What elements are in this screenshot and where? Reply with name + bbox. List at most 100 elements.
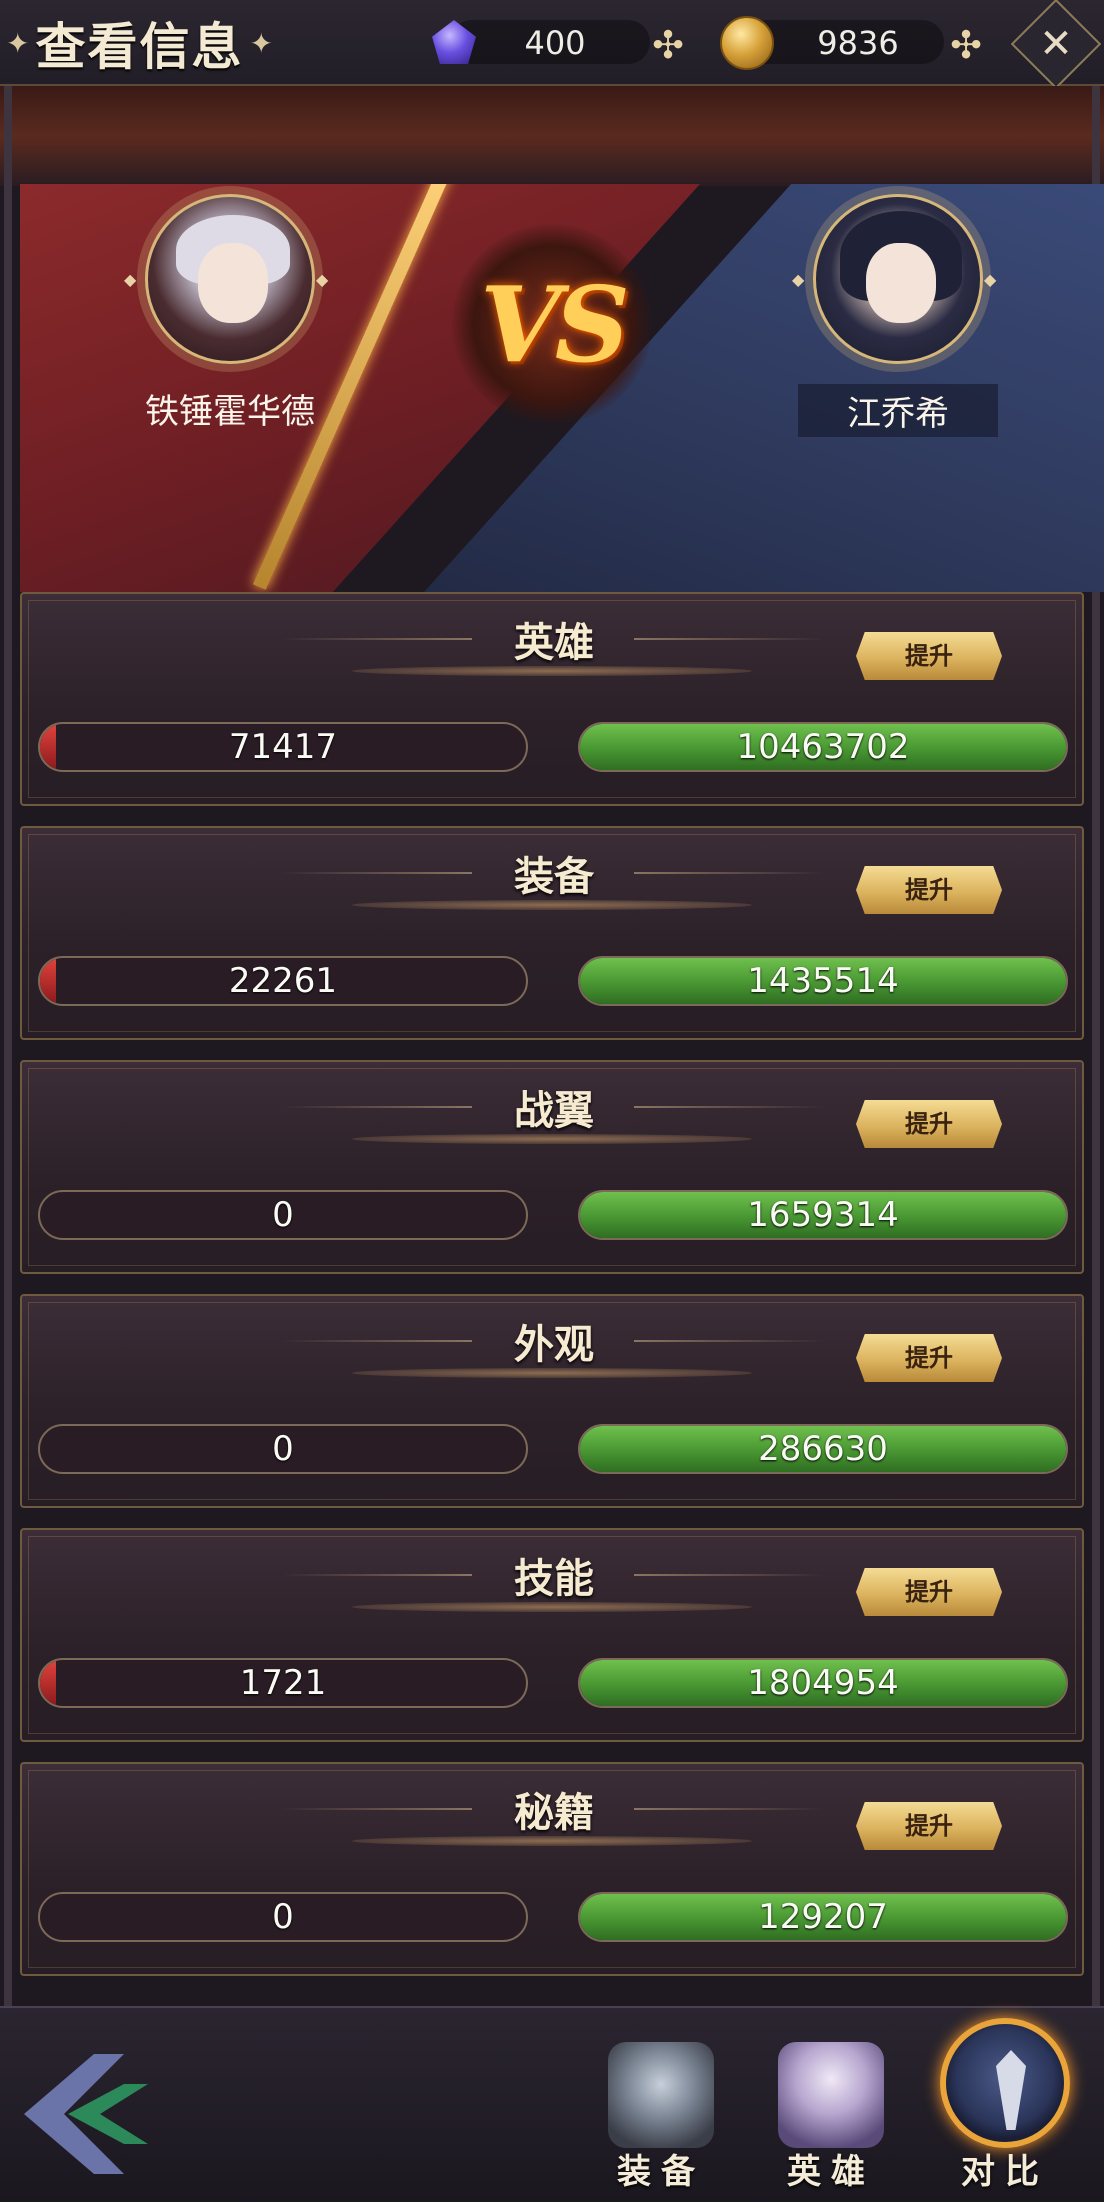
- nav-tab-label: 装备: [617, 2152, 705, 2192]
- title-divider: [282, 1574, 472, 1576]
- title-glow: [352, 666, 752, 676]
- left-player-name: 铁锤霍华德: [145, 392, 315, 432]
- title-glow: [352, 1134, 752, 1144]
- right-stat-bar: 286630: [578, 1424, 1068, 1474]
- upgrade-button[interactable]: 提升: [856, 1568, 1002, 1616]
- hero-portrait-icon: [778, 2042, 884, 2148]
- right-stat-value: 1659314: [747, 1195, 899, 1235]
- title-divider: [634, 638, 824, 640]
- right-stat-bar: 1435514: [578, 956, 1068, 1006]
- left-player-avatar[interactable]: [145, 194, 315, 364]
- star-ornament-icon: ◆: [984, 270, 997, 289]
- upgrade-button[interactable]: 提升: [856, 866, 1002, 914]
- top-bar: ✦ 查看信息 ✦ 400 ✣ 9836 ✣ ✕: [0, 0, 1104, 90]
- title-divider: [282, 1340, 472, 1342]
- versus-panel: ◆ ◆ ◆ ◆ VS 铁锤霍华德 江乔希: [20, 184, 1104, 592]
- left-stat-value: 0: [272, 1429, 294, 1469]
- nav-tab-hero[interactable]: 英雄: [766, 2028, 896, 2198]
- left-stat-bar: 0: [38, 1424, 528, 1474]
- title-glow: [352, 1602, 752, 1612]
- right-stat-value: 1804954: [747, 1663, 899, 1703]
- title-divider: [634, 1106, 824, 1108]
- right-player-name: 江乔希: [798, 384, 998, 437]
- stat-card-wings: 战翼 提升 0 1659314: [20, 1060, 1084, 1274]
- close-button[interactable]: ✕: [1010, 0, 1102, 90]
- upgrade-button[interactable]: 提升: [856, 1100, 1002, 1148]
- stat-category-title: 英雄: [514, 619, 594, 666]
- left-stat-value: 22261: [228, 961, 338, 1001]
- back-button[interactable]: [24, 2054, 154, 2174]
- upgrade-button[interactable]: 提升: [856, 1802, 1002, 1850]
- title-divider: [282, 1808, 472, 1810]
- upgrade-button[interactable]: 提升: [856, 632, 1002, 680]
- face-shape: [866, 243, 936, 323]
- left-stat-bar: 0: [38, 1190, 528, 1240]
- gem-amount: 400: [524, 24, 586, 62]
- title-divider: [634, 1808, 824, 1810]
- title-divider: [634, 1340, 824, 1342]
- sword-icon: [996, 2050, 1026, 2130]
- star-ornament-icon: ◆: [792, 270, 805, 289]
- gold-counter: 9836 ✣: [718, 14, 998, 70]
- left-stat-value: 1721: [239, 1663, 327, 1703]
- upgrade-button[interactable]: 提升: [856, 1334, 1002, 1382]
- stat-category-title: 战翼: [514, 1087, 594, 1134]
- stat-category-title: 秘籍: [514, 1789, 594, 1836]
- stat-card-equipment: 装备 提升 22261 1435514: [20, 826, 1084, 1040]
- nav-tab-compare[interactable]: 对比: [940, 2018, 1070, 2192]
- page-title: 查看信息: [35, 17, 244, 76]
- title-divider: [282, 638, 472, 640]
- left-stat-value: 0: [272, 1195, 294, 1235]
- title-divider: [634, 1574, 824, 1576]
- gem-counter: 400 ✣: [430, 14, 684, 70]
- right-stat-bar: 1804954: [578, 1658, 1068, 1708]
- title-glow: [352, 1368, 752, 1378]
- right-stat-bar: 10463702: [578, 722, 1068, 772]
- right-stat-bar: 1659314: [578, 1190, 1068, 1240]
- left-stat-bar: 0: [38, 1892, 528, 1942]
- gold-amount: 9836: [817, 24, 899, 62]
- left-stat-bar: 22261: [38, 956, 528, 1006]
- nav-tab-label: 英雄: [787, 2152, 875, 2192]
- right-stat-value: 1435514: [747, 961, 899, 1001]
- title-divider: [282, 1106, 472, 1108]
- stat-card-manual: 秘籍 提升 0 129207: [20, 1762, 1084, 1976]
- armor-icon: [608, 2042, 714, 2148]
- stat-category-title: 装备: [514, 853, 594, 900]
- background-band: [0, 86, 1104, 186]
- right-stat-value: 10463702: [736, 727, 910, 767]
- left-rail: [4, 86, 12, 2006]
- nav-tab-label: 对比: [961, 2152, 1049, 2192]
- add-gems-button[interactable]: ✣: [648, 26, 688, 66]
- left-stat-bar: 71417: [38, 722, 528, 772]
- left-stat-value: 71417: [228, 727, 338, 767]
- stat-comparison-list: 英雄 提升 71417 10463702 装备 提升 22261 1435514…: [20, 592, 1084, 1996]
- vs-text: VS: [480, 262, 630, 386]
- right-stat-value: 286630: [758, 1429, 888, 1469]
- star-ornament-icon: ◆: [124, 270, 137, 289]
- star-ornament-icon: ◆: [316, 270, 329, 289]
- close-icon: ✕: [1039, 21, 1073, 67]
- diamond-ornament-icon: ✦: [249, 26, 273, 60]
- diamond-ornament-icon: ✦: [6, 26, 30, 60]
- right-stat-bar: 129207: [578, 1892, 1068, 1942]
- bottom-nav: 装备 英雄 对比: [0, 2006, 1104, 2202]
- right-stat-value: 129207: [758, 1897, 888, 1937]
- title-divider: [634, 872, 824, 874]
- stat-card-hero: 英雄 提升 71417 10463702: [20, 592, 1084, 806]
- gold-coin-icon: [720, 16, 774, 70]
- nav-tab-equipment[interactable]: 装备: [596, 2028, 726, 2198]
- stat-category-title: 技能: [514, 1555, 594, 1602]
- face-shape: [198, 243, 268, 323]
- right-player-avatar[interactable]: [813, 194, 983, 364]
- stat-card-appearance: 外观 提升 0 286630: [20, 1294, 1084, 1508]
- stat-category-title: 外观: [514, 1321, 594, 1368]
- add-gold-button[interactable]: ✣: [946, 26, 986, 66]
- left-stat-bar: 1721: [38, 1658, 528, 1708]
- left-stat-value: 0: [272, 1897, 294, 1937]
- vs-emblem: VS: [452, 224, 652, 424]
- title-divider: [282, 872, 472, 874]
- title-glow: [352, 1836, 752, 1846]
- title-wrap: ✦ 查看信息 ✦: [0, 8, 300, 78]
- compare-emblem: [940, 2018, 1070, 2148]
